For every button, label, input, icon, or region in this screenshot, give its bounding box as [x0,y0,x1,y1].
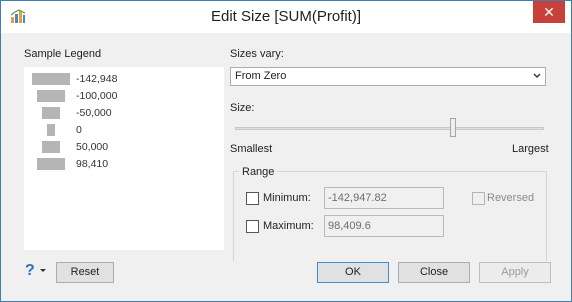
legend-size-bar [42,141,60,153]
edit-size-dialog: Edit Size [SUM(Profit)] ✕ Sample Legend … [0,0,572,302]
sizes-vary-selected: From Zero [235,70,287,82]
reset-button[interactable]: Reset [56,262,114,283]
size-label: Size: [230,102,255,114]
maximum-checkbox[interactable] [246,220,259,233]
legend-item: -50,000 [24,105,224,121]
sample-legend-label: Sample Legend [24,48,102,60]
smallest-label: Smallest [230,143,273,155]
help-icon[interactable]: ? [25,262,39,280]
legend-size-bar [32,73,70,85]
size-slider-thumb[interactable] [450,118,456,137]
window-title: Edit Size [SUM(Profit)] [210,8,362,25]
ok-button[interactable]: OK [317,262,389,283]
title-bar: Edit Size [SUM(Profit)] ✕ [1,1,571,33]
minimum-input[interactable]: -142,947.82 [324,187,444,209]
maximum-label: Maximum: [263,220,314,232]
reversed-label: Reversed [487,192,535,204]
sizes-vary-label: Sizes vary: [230,48,284,60]
size-slider-track[interactable] [235,127,544,130]
legend-size-bar [37,90,65,102]
legend-item: -142,948 [24,71,224,87]
legend-item: 0 [24,122,224,138]
legend-item: 98,410 [24,156,224,172]
help-dropdown-arrow-icon[interactable] [40,269,46,272]
legend-item-label: 50,000 [76,141,109,153]
legend-item-label: -50,000 [76,107,112,119]
legend-item: 50,000 [24,139,224,155]
legend-size-bar [37,158,65,170]
legend-item-label: -142,948 [76,73,118,85]
reversed-checkbox[interactable] [472,192,485,205]
legend-item-label: 0 [76,124,82,136]
close-window-button[interactable]: ✕ [533,1,565,23]
minimum-label: Minimum: [263,192,311,204]
legend-item: -100,000 [24,88,224,104]
sample-legend-panel: -142,948 -100,000 -50,000 0 50,000 98,41… [24,67,224,250]
legend-item-label: 98,410 [76,158,109,170]
maximum-input[interactable]: 98,409.6 [324,215,444,237]
close-button[interactable]: Close [398,262,470,283]
legend-item-label: -100,000 [76,90,118,102]
minimum-checkbox[interactable] [246,192,259,205]
range-group-title: Range [239,166,278,178]
largest-label: Largest [512,143,549,155]
sizes-vary-dropdown[interactable]: From Zero [230,67,546,86]
legend-size-bar [47,124,55,136]
legend-size-bar [42,107,60,119]
apply-button[interactable]: Apply [479,262,551,283]
chevron-down-icon [533,73,541,78]
